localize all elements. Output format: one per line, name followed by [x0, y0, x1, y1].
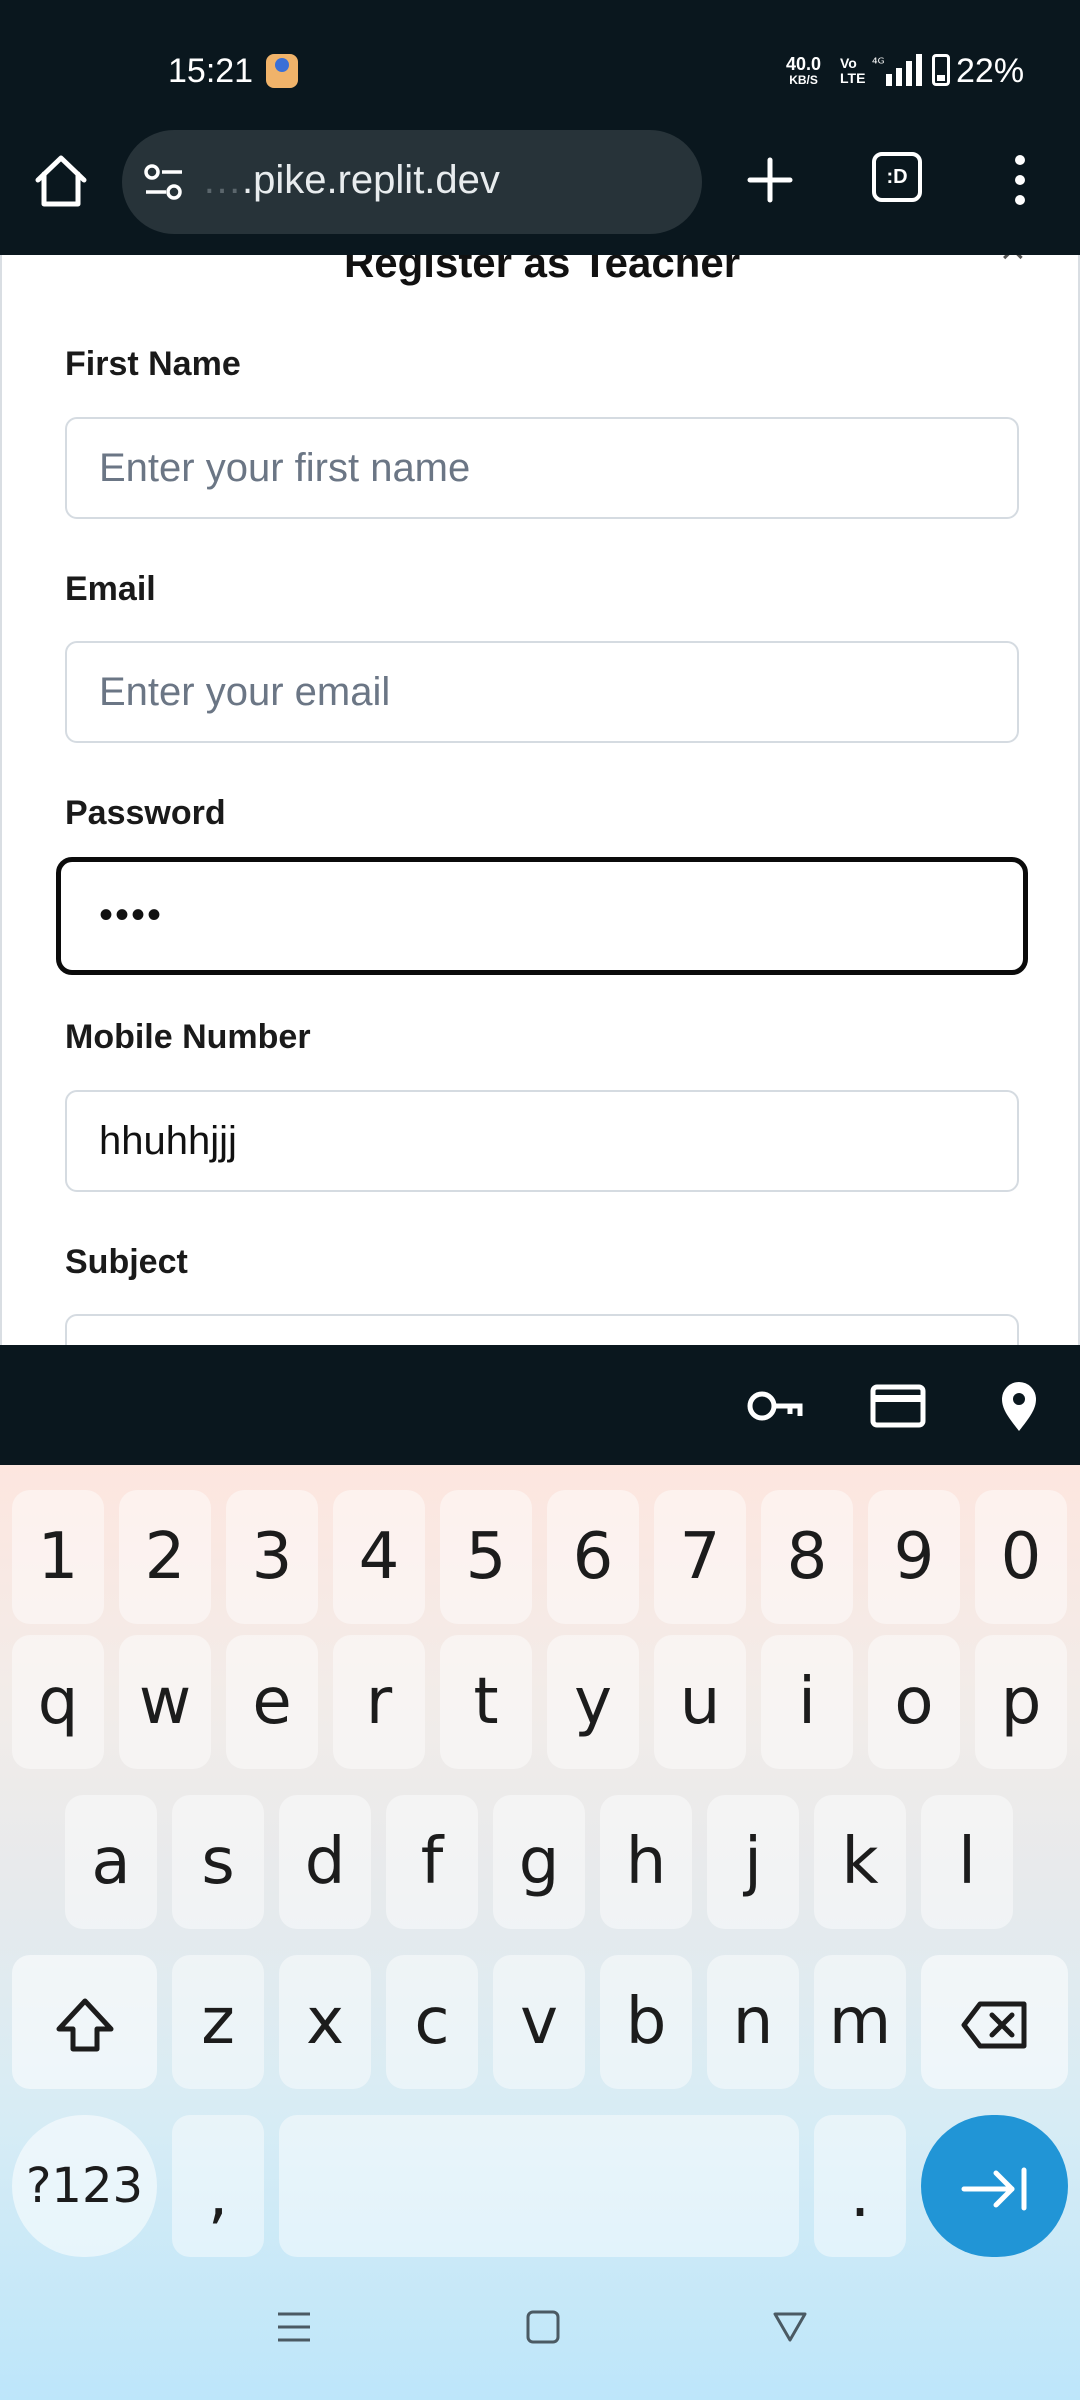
comma-key[interactable]: , [172, 2115, 264, 2257]
mobile-number-input[interactable]: hhuhhjjj [65, 1090, 1019, 1192]
network-speed: 40.0 KB/S [786, 54, 822, 88]
site-settings-icon[interactable] [142, 160, 186, 204]
key-h[interactable]: h [600, 1795, 692, 1929]
key-p[interactable]: p [975, 1635, 1067, 1769]
first-name-label: First Name [65, 345, 241, 383]
key-n[interactable]: n [707, 1955, 799, 2089]
network-speed-unit: KB/S [789, 73, 818, 87]
close-icon[interactable]: × [1000, 255, 1026, 275]
battery-percent: 22% [956, 52, 1025, 90]
credit-card-icon[interactable] [869, 1381, 927, 1431]
shift-key[interactable] [12, 1955, 157, 2089]
backspace-key[interactable] [921, 1955, 1068, 2089]
key-z[interactable]: z [172, 1955, 264, 2089]
on-screen-keyboard: 1 2 3 4 5 6 7 8 9 0 q w e r t y u i o p … [0, 1465, 1080, 2400]
network-speed-value: 40.0 [786, 54, 822, 74]
email-input[interactable]: Enter your email [65, 641, 1019, 743]
period-key[interactable]: . [814, 2115, 906, 2257]
volte-indicator: Vo LTE [840, 56, 865, 86]
key-t[interactable]: t [440, 1635, 532, 1769]
enter-key[interactable] [921, 2115, 1068, 2257]
address-bar[interactable]: ….pike.replit.dev [122, 130, 702, 234]
key-4[interactable]: 4 [333, 1490, 425, 1624]
key-9[interactable]: 9 [868, 1490, 960, 1624]
browser-toolbar: ….pike.replit.dev :D [0, 130, 1080, 255]
key-5[interactable]: 5 [440, 1490, 532, 1624]
key-i[interactable]: i [761, 1635, 853, 1769]
key-u[interactable]: u [654, 1635, 746, 1769]
signal-icon: ⁴ᴳ [872, 54, 922, 86]
home-icon[interactable] [30, 150, 92, 212]
key-6[interactable]: 6 [547, 1490, 639, 1624]
key-j[interactable]: j [707, 1795, 799, 1929]
url-text-domain: .pike.replit.dev [242, 158, 500, 202]
more-menu-icon[interactable] [1000, 150, 1040, 210]
key-2[interactable]: 2 [119, 1490, 211, 1624]
key-m[interactable]: m [814, 1955, 906, 2089]
tab-switcher-button[interactable]: :D [872, 152, 922, 202]
form-title: Register as Teacher [343, 255, 741, 286]
new-tab-icon[interactable] [740, 150, 800, 210]
volte-sub-label: LTE [840, 70, 866, 86]
key-s[interactable]: s [172, 1795, 264, 1929]
key-e[interactable]: e [226, 1635, 318, 1769]
first-name-input[interactable]: Enter your first name [65, 417, 1019, 519]
email-label: Email [65, 570, 156, 608]
svg-text:⁴ᴳ: ⁴ᴳ [872, 56, 885, 72]
key-c[interactable]: c [386, 1955, 478, 2089]
key-f[interactable]: f [386, 1795, 478, 1929]
key-o[interactable]: o [868, 1635, 960, 1769]
key-icon[interactable] [746, 1381, 804, 1431]
key-3[interactable]: 3 [226, 1490, 318, 1624]
url-text[interactable]: ….pike.replit.dev [202, 158, 500, 203]
key-0[interactable]: 0 [975, 1490, 1067, 1624]
key-v[interactable]: v [493, 1955, 585, 2089]
key-q[interactable]: q [12, 1635, 104, 1769]
key-l[interactable]: l [921, 1795, 1013, 1929]
key-y[interactable]: y [547, 1635, 639, 1769]
location-pin-icon[interactable] [990, 1381, 1048, 1431]
key-1[interactable]: 1 [12, 1490, 104, 1624]
symbols-key[interactable]: ?123 [12, 2115, 157, 2257]
password-input[interactable]: •••• [56, 857, 1028, 975]
key-g[interactable]: g [493, 1795, 585, 1929]
space-key[interactable] [279, 2115, 799, 2257]
key-w[interactable]: w [119, 1635, 211, 1769]
key-7[interactable]: 7 [654, 1490, 746, 1624]
back-nav-icon[interactable] [772, 2310, 808, 2344]
status-bar: 15:21 40.0 KB/S Vo LTE ⁴ᴳ 22% [0, 0, 1080, 130]
key-b[interactable]: b [600, 1955, 692, 2089]
key-a[interactable]: a [65, 1795, 157, 1929]
key-x[interactable]: x [279, 1955, 371, 2089]
url-text-faded: … [202, 158, 242, 202]
registration-form: Register as Teacher × First Name Enter y… [0, 255, 1080, 1345]
next-field-icon [961, 2167, 1026, 2211]
volte-label: Vo [840, 55, 857, 71]
recent-apps-icon[interactable] [276, 2310, 312, 2344]
status-time: 15:21 [168, 52, 254, 90]
key-d[interactable]: d [279, 1795, 371, 1929]
notification-app-icon [266, 54, 298, 88]
subject-label: Subject [65, 1243, 188, 1281]
backspace-icon [961, 2001, 1026, 2049]
autofill-bar [0, 1345, 1080, 1465]
home-nav-icon[interactable] [526, 2310, 560, 2344]
key-8[interactable]: 8 [761, 1490, 853, 1624]
subject-input[interactable] [65, 1314, 1019, 1345]
key-k[interactable]: k [814, 1795, 906, 1929]
key-r[interactable]: r [333, 1635, 425, 1769]
mobile-number-label: Mobile Number [65, 1018, 311, 1056]
password-label: Password [65, 794, 226, 832]
battery-icon [932, 54, 950, 86]
shift-icon [56, 1998, 113, 2052]
